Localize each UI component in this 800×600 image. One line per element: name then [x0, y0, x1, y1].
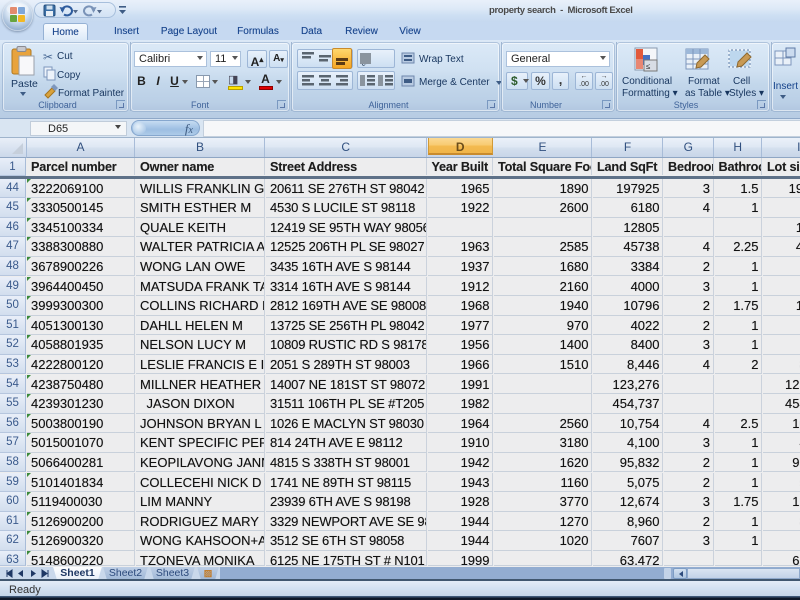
svg-text:Merge & Center: Merge & Center — [419, 77, 490, 88]
svg-text:Wrap Text: Wrap Text — [419, 54, 464, 65]
svg-text:✂: ✂ — [43, 50, 53, 64]
svg-text:Format Painter: Format Painter — [58, 88, 125, 99]
svg-text:Formatting ▾: Formatting ▾ — [622, 88, 678, 99]
svg-text:Conditional: Conditional — [622, 76, 672, 87]
svg-text:Cell: Cell — [733, 76, 750, 87]
svg-text:as Table ▾: as Table ▾ — [685, 88, 730, 99]
svg-text:Format: Format — [688, 76, 720, 87]
svg-text:Paste: Paste — [11, 78, 38, 90]
svg-text:Copy: Copy — [57, 70, 80, 81]
svg-text:Cut: Cut — [57, 51, 73, 62]
svg-text:Styles ▾: Styles ▾ — [729, 88, 764, 99]
svg-text:≤: ≤ — [646, 62, 651, 71]
